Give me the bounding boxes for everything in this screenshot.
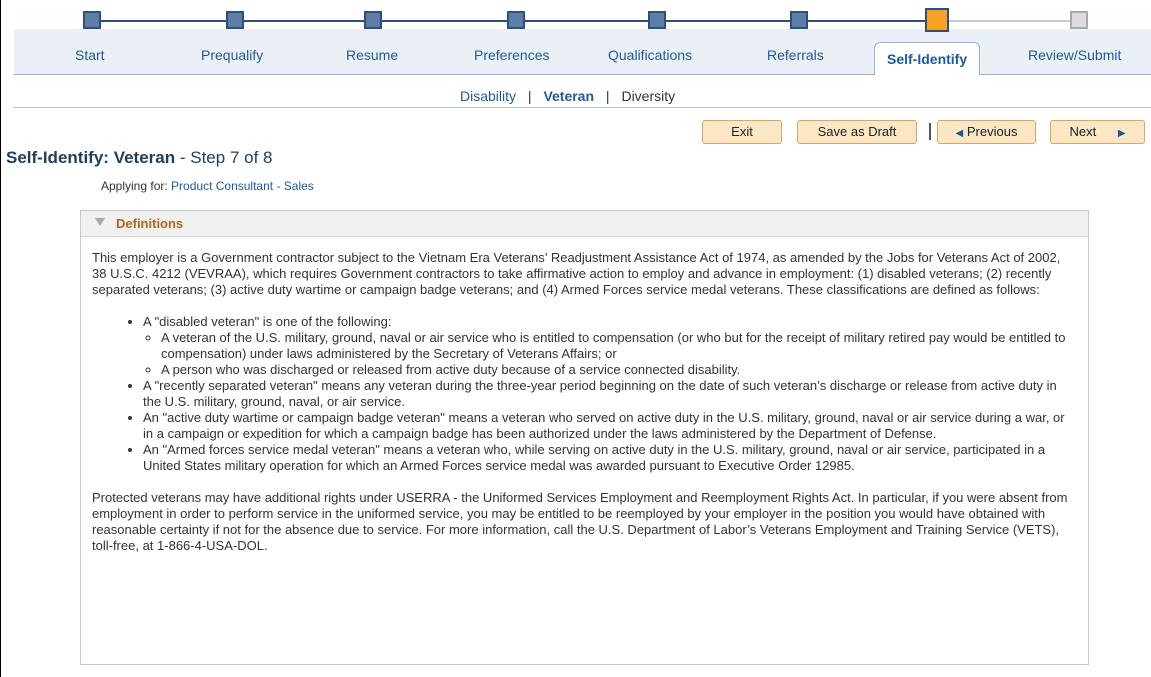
stop-referrals-icon[interactable] (790, 11, 808, 29)
list-item: An "active duty wartime or campaign badg… (143, 410, 1078, 442)
disabled-veteran-definition: A "disabled veteran" is one of the follo… (143, 314, 392, 329)
subnav-divider (14, 107, 1151, 108)
subnav-disability-link[interactable]: Disability (460, 88, 516, 104)
job-title-link[interactable]: Product Consultant - Sales (171, 179, 314, 193)
stop-prequalify-icon[interactable] (226, 11, 244, 29)
save-as-draft-button[interactable]: Save as Draft (797, 120, 917, 144)
definitions-list: A "disabled veteran" is one of the follo… (92, 314, 1078, 474)
subnav-diversity-link[interactable]: Diversity (621, 88, 675, 104)
stop-preferences-icon[interactable] (507, 11, 525, 29)
tab-preferences[interactable]: Preferences (474, 47, 549, 63)
definitions-title: Definitions (116, 216, 184, 231)
button-group-separator (929, 123, 931, 140)
definitions-closing: Protected veterans may have additional r… (92, 490, 1068, 553)
stop-review-submit-icon[interactable] (1070, 11, 1088, 29)
page-title-prefix: Self-Identify: (6, 148, 109, 167)
list-item: A person who was discharged or released … (161, 362, 1078, 378)
exit-button[interactable]: Exit (702, 120, 782, 144)
list-item: A "recently separated veteran" means any… (143, 378, 1078, 410)
page-title-main: Veteran (113, 148, 176, 167)
subnav-separator: | (527, 88, 532, 104)
train-tab-bar (14, 29, 1151, 74)
list-item: A veteran of the U.S. military, ground, … (161, 330, 1078, 362)
definitions-intro: This employer is a Government contractor… (92, 250, 1061, 297)
tab-bar-baseline (14, 74, 1151, 75)
next-arrow-icon: ▶ (1117, 128, 1126, 139)
subnav-separator: | (605, 88, 610, 104)
tab-review-submit[interactable]: Review/Submit (1028, 47, 1121, 63)
next-button-label: Next (1069, 124, 1097, 139)
tab-referrals[interactable]: Referrals (767, 47, 824, 63)
stop-start-icon[interactable] (83, 11, 101, 29)
left-border (0, 0, 1, 677)
train-line-remaining (937, 20, 1080, 22)
applying-for-label: Applying for: (101, 179, 168, 193)
previous-button-label: Previous (966, 124, 1018, 139)
definitions-header[interactable]: Definitions (81, 211, 1088, 237)
page-title-step: - Step 7 of 8 (179, 148, 273, 167)
tab-self-identify[interactable]: Self-Identify (874, 42, 981, 75)
list-item: An "Armed forces service medal veteran" … (143, 442, 1078, 474)
tab-start[interactable]: Start (75, 47, 105, 63)
definitions-body: This employer is a Government contractor… (81, 237, 1088, 554)
collapse-triangle-icon[interactable] (95, 218, 105, 226)
tab-prequalify[interactable]: Prequalify (201, 47, 263, 63)
previous-arrow-icon: ◀ (955, 128, 964, 139)
sub-navigation: Disability | Veteran | Diversity (460, 88, 675, 104)
stop-self-identify-icon[interactable] (925, 8, 949, 32)
definitions-panel: Definitions This employer is a Governmen… (80, 210, 1089, 665)
previous-button[interactable]: ◀ Previous (937, 120, 1036, 144)
applying-for: Applying for: Product Consultant - Sales (101, 179, 314, 193)
progress-train: Start Prequalify Resume Preferences Qual… (0, 0, 1151, 98)
disabled-veteran-sublist: A veteran of the U.S. military, ground, … (143, 330, 1078, 378)
subnav-veteran-current: Veteran (543, 88, 595, 104)
list-item: A "disabled veteran" is one of the follo… (143, 314, 1078, 378)
stop-qualifications-icon[interactable] (648, 11, 666, 29)
stop-resume-icon[interactable] (364, 11, 382, 29)
tab-qualifications[interactable]: Qualifications (608, 47, 692, 63)
page-title: Self-Identify: Veteran - Step 7 of 8 (6, 148, 272, 168)
tab-resume[interactable]: Resume (346, 47, 398, 63)
next-button[interactable]: Next ▶ (1050, 120, 1145, 144)
